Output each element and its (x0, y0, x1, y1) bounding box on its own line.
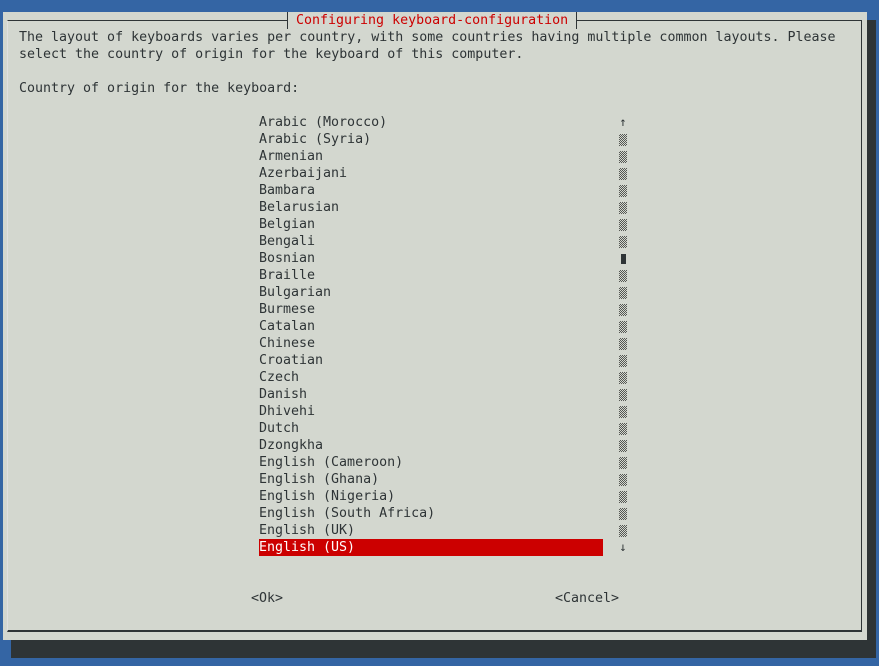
list-item[interactable]: English (South Africa) (259, 505, 603, 522)
scrollbar-row (617, 131, 629, 148)
cancel-button[interactable]: <Cancel> (555, 590, 619, 607)
list-item[interactable]: Armenian (259, 148, 603, 165)
scrollbar-row (617, 318, 629, 335)
scrollbar-track[interactable] (619, 168, 627, 180)
scrollbar-track[interactable] (619, 457, 627, 469)
scrollbar-row (617, 437, 629, 454)
list-item[interactable]: Belarusian (259, 199, 603, 216)
scrollbar-track[interactable] (619, 491, 627, 503)
scrollbar-row (617, 403, 629, 420)
scrollbar-row (617, 369, 629, 386)
scroll-up-icon[interactable]: ↑ (617, 114, 629, 131)
scrollbar-track[interactable] (619, 389, 627, 401)
scrollbar-track[interactable] (619, 287, 627, 299)
scrollbar-track[interactable] (619, 423, 627, 435)
list-item[interactable]: Dzongkha (259, 437, 603, 454)
list-scrollbar[interactable]: ↑ ↓ (617, 114, 629, 556)
list-item[interactable]: English (US) (259, 539, 603, 556)
list-item[interactable]: English (Nigeria) (259, 488, 603, 505)
scrollbar-row (617, 148, 629, 165)
list-item[interactable]: Dhivehi (259, 403, 603, 420)
scrollbar-row (617, 505, 629, 522)
list-item[interactable]: Danish (259, 386, 603, 403)
list-item[interactable]: Azerbaijani (259, 165, 603, 182)
scrollbar-track[interactable] (619, 185, 627, 197)
scrollbar-row (617, 284, 629, 301)
scrollbar-row (617, 233, 629, 250)
list-item[interactable]: Chinese (259, 335, 603, 352)
description-line-1: The layout of keyboards varies per count… (19, 30, 836, 45)
list-item[interactable]: English (UK) (259, 522, 603, 539)
config-dialog: Configuring keyboard-configuration The l… (3, 12, 867, 640)
scrollbar-track[interactable] (619, 304, 627, 316)
list-item[interactable]: Burmese (259, 301, 603, 318)
scrollbar-row (617, 471, 629, 488)
scrollbar-track[interactable] (619, 270, 627, 282)
dialog-title: Configuring keyboard-configuration (287, 12, 578, 29)
scrollbar-row (617, 182, 629, 199)
list-item[interactable]: Braille (259, 267, 603, 284)
scrollbar-track[interactable] (619, 202, 627, 214)
list-item[interactable]: Bambara (259, 182, 603, 199)
country-list[interactable]: Arabic (Morocco) Arabic (Syria) Armenian Az… (259, 114, 603, 556)
scrollbar-track[interactable] (619, 406, 627, 418)
scrollbar-track[interactable] (619, 236, 627, 248)
list-item[interactable]: Bosnian (259, 250, 603, 267)
scrollbar-track[interactable] (619, 525, 627, 537)
scrollbar-track[interactable] (619, 372, 627, 384)
list-item[interactable]: Bulgarian (259, 284, 603, 301)
scrollbar-row (617, 335, 629, 352)
scrollbar-row (617, 250, 629, 267)
list-item[interactable]: Belgian (259, 216, 603, 233)
list-item[interactable]: Catalan (259, 318, 603, 335)
scrollbar-row (617, 386, 629, 403)
list-item[interactable]: Dutch (259, 420, 603, 437)
scrollbar-track[interactable] (619, 219, 627, 231)
scrollbar-thumb[interactable] (620, 254, 626, 264)
prompt-label: Country of origin for the keyboard: (19, 81, 300, 96)
ok-button[interactable]: <Ok> (251, 590, 283, 607)
scrollbar-track[interactable] (619, 338, 627, 350)
scrollbar-row (617, 488, 629, 505)
list-item[interactable]: English (Cameroon) (259, 454, 603, 471)
scrollbar-track[interactable] (619, 440, 627, 452)
list-item[interactable]: Arabic (Morocco) (259, 114, 603, 131)
scrollbar-row (617, 199, 629, 216)
scrollbar-track[interactable] (619, 151, 627, 163)
scrollbar-track[interactable] (619, 134, 627, 146)
scrollbar-track[interactable] (619, 321, 627, 333)
description-line-2: select the country of origin for the key… (19, 47, 524, 62)
list-item[interactable]: Czech (259, 369, 603, 386)
scrollbar-row (617, 165, 629, 182)
scrollbar-row (617, 301, 629, 318)
scrollbar-row (617, 267, 629, 284)
scroll-down-icon[interactable]: ↓ (617, 539, 629, 556)
list-item[interactable]: Bengali (259, 233, 603, 250)
list-item[interactable]: Croatian (259, 352, 603, 369)
scrollbar-track[interactable] (619, 508, 627, 520)
scrollbar-row (617, 454, 629, 471)
scrollbar-track[interactable] (619, 355, 627, 367)
list-item[interactable]: Arabic (Syria) (259, 131, 603, 148)
scrollbar-row (617, 216, 629, 233)
scrollbar-row (617, 420, 629, 437)
list-item[interactable]: English (Ghana) (259, 471, 603, 488)
scrollbar-track[interactable] (619, 474, 627, 486)
scrollbar-row (617, 352, 629, 369)
scrollbar-row (617, 522, 629, 539)
